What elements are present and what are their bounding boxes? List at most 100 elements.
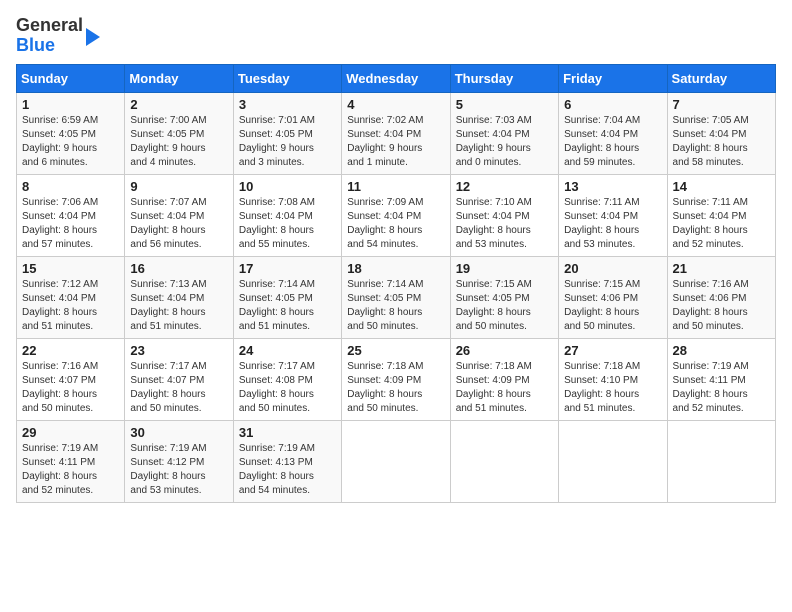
logo-general: General bbox=[16, 15, 83, 35]
calendar-cell bbox=[342, 420, 450, 502]
calendar-cell: 2 Sunrise: 7:00 AM Sunset: 4:05 PM Daylig… bbox=[125, 92, 233, 174]
calendar-cell: 27 Sunrise: 7:18 AM Sunset: 4:10 PM Dayli… bbox=[559, 338, 667, 420]
logo-blue: Blue bbox=[16, 35, 55, 55]
day-header-saturday: Saturday bbox=[667, 64, 775, 92]
day-number: 11 bbox=[347, 179, 444, 194]
day-number: 20 bbox=[564, 261, 661, 276]
calendar-cell bbox=[559, 420, 667, 502]
day-info: Sunrise: 7:04 AM Sunset: 4:04 PM Dayligh… bbox=[564, 114, 661, 170]
day-number: 31 bbox=[239, 425, 336, 440]
day-header-monday: Monday bbox=[125, 64, 233, 92]
day-info: Sunrise: 7:11 AM Sunset: 4:04 PM Dayligh… bbox=[673, 196, 770, 252]
calendar-cell: 24 Sunrise: 7:17 AM Sunset: 4:08 PM Dayli… bbox=[233, 338, 341, 420]
calendar-cell: 23Sunrise: 7:17 AM Sunset: 4:07 PM Dayli… bbox=[125, 338, 233, 420]
day-number: 25 bbox=[347, 343, 444, 358]
logo-arrow-icon bbox=[86, 28, 100, 46]
day-number: 21 bbox=[673, 261, 770, 276]
day-number: 28 bbox=[673, 343, 770, 358]
calendar-cell: 7 Sunrise: 7:05 AM Sunset: 4:04 PM Daylig… bbox=[667, 92, 775, 174]
calendar-cell: 21Sunrise: 7:16 AM Sunset: 4:06 PM Dayli… bbox=[667, 256, 775, 338]
day-number: 4 bbox=[347, 97, 444, 112]
calendar-cell: 9Sunrise: 7:07 AM Sunset: 4:04 PM Daylig… bbox=[125, 174, 233, 256]
day-info: Sunrise: 7:16 AM Sunset: 4:07 PM Dayligh… bbox=[22, 360, 119, 416]
day-info: Sunrise: 7:02 AM Sunset: 4:04 PM Dayligh… bbox=[347, 114, 444, 170]
day-info: Sunrise: 7:11 AM Sunset: 4:04 PM Dayligh… bbox=[564, 196, 661, 252]
logo: General Blue bbox=[16, 16, 100, 56]
day-header-tuesday: Tuesday bbox=[233, 64, 341, 92]
calendar-cell: 19Sunrise: 7:15 AM Sunset: 4:05 PM Dayli… bbox=[450, 256, 558, 338]
calendar-cell: 30 Sunrise: 7:19 AM Sunset: 4:12 PM Dayli… bbox=[125, 420, 233, 502]
calendar-week-row: 1 Sunrise: 6:59 AM Sunset: 4:05 PM Daylig… bbox=[17, 92, 776, 174]
day-number: 27 bbox=[564, 343, 661, 358]
day-info: Sunrise: 7:10 AM Sunset: 4:04 PM Dayligh… bbox=[456, 196, 553, 252]
calendar-cell: 12Sunrise: 7:10 AM Sunset: 4:04 PM Dayli… bbox=[450, 174, 558, 256]
day-number: 1 bbox=[22, 97, 119, 112]
day-info: Sunrise: 7:05 AM Sunset: 4:04 PM Dayligh… bbox=[673, 114, 770, 170]
day-info: Sunrise: 7:01 AM Sunset: 4:05 PM Dayligh… bbox=[239, 114, 336, 170]
day-number: 10 bbox=[239, 179, 336, 194]
calendar-cell bbox=[450, 420, 558, 502]
calendar-cell: 5 Sunrise: 7:03 AM Sunset: 4:04 PM Daylig… bbox=[450, 92, 558, 174]
calendar-body: 1 Sunrise: 6:59 AM Sunset: 4:05 PM Daylig… bbox=[17, 92, 776, 502]
calendar-week-row: 8Sunrise: 7:06 AM Sunset: 4:04 PM Daylig… bbox=[17, 174, 776, 256]
calendar-cell: 11 Sunrise: 7:09 AM Sunset: 4:04 PM Dayli… bbox=[342, 174, 450, 256]
day-header-sunday: Sunday bbox=[17, 64, 125, 92]
day-info: Sunrise: 7:08 AM Sunset: 4:04 PM Dayligh… bbox=[239, 196, 336, 252]
day-number: 8 bbox=[22, 179, 119, 194]
day-number: 15 bbox=[22, 261, 119, 276]
day-info: Sunrise: 7:19 AM Sunset: 4:11 PM Dayligh… bbox=[22, 442, 119, 498]
calendar-cell: 14Sunrise: 7:11 AM Sunset: 4:04 PM Dayli… bbox=[667, 174, 775, 256]
day-number: 26 bbox=[456, 343, 553, 358]
day-number: 7 bbox=[673, 97, 770, 112]
calendar-cell: 17 Sunrise: 7:14 AM Sunset: 4:05 PM Dayli… bbox=[233, 256, 341, 338]
calendar-cell: 10 Sunrise: 7:08 AM Sunset: 4:04 PM Dayli… bbox=[233, 174, 341, 256]
calendar-cell: 26Sunrise: 7:18 AM Sunset: 4:09 PM Dayli… bbox=[450, 338, 558, 420]
day-info: Sunrise: 7:15 AM Sunset: 4:06 PM Dayligh… bbox=[564, 278, 661, 334]
day-number: 23 bbox=[130, 343, 227, 358]
day-number: 18 bbox=[347, 261, 444, 276]
day-info: Sunrise: 7:03 AM Sunset: 4:04 PM Dayligh… bbox=[456, 114, 553, 170]
calendar-cell: 29 Sunrise: 7:19 AM Sunset: 4:11 PM Dayli… bbox=[17, 420, 125, 502]
calendar-cell: 16Sunrise: 7:13 AM Sunset: 4:04 PM Dayli… bbox=[125, 256, 233, 338]
day-info: Sunrise: 7:00 AM Sunset: 4:05 PM Dayligh… bbox=[130, 114, 227, 170]
day-info: Sunrise: 7:09 AM Sunset: 4:04 PM Dayligh… bbox=[347, 196, 444, 252]
calendar-week-row: 15 Sunrise: 7:12 AM Sunset: 4:04 PM Dayli… bbox=[17, 256, 776, 338]
day-number: 2 bbox=[130, 97, 227, 112]
day-number: 29 bbox=[22, 425, 119, 440]
calendar-cell: 1 Sunrise: 6:59 AM Sunset: 4:05 PM Daylig… bbox=[17, 92, 125, 174]
calendar-cell: 15 Sunrise: 7:12 AM Sunset: 4:04 PM Dayli… bbox=[17, 256, 125, 338]
calendar-week-row: 29 Sunrise: 7:19 AM Sunset: 4:11 PM Dayli… bbox=[17, 420, 776, 502]
calendar-cell: 3 Sunrise: 7:01 AM Sunset: 4:05 PM Daylig… bbox=[233, 92, 341, 174]
calendar-cell: 8Sunrise: 7:06 AM Sunset: 4:04 PM Daylig… bbox=[17, 174, 125, 256]
calendar-cell bbox=[667, 420, 775, 502]
calendar-cell: 6Sunrise: 7:04 AM Sunset: 4:04 PM Daylig… bbox=[559, 92, 667, 174]
calendar-cell: 13 Sunrise: 7:11 AM Sunset: 4:04 PM Dayli… bbox=[559, 174, 667, 256]
day-number: 13 bbox=[564, 179, 661, 194]
calendar-cell: 20 Sunrise: 7:15 AM Sunset: 4:06 PM Dayli… bbox=[559, 256, 667, 338]
day-info: Sunrise: 7:19 AM Sunset: 4:11 PM Dayligh… bbox=[673, 360, 770, 416]
calendar-header-row: SundayMondayTuesdayWednesdayThursdayFrid… bbox=[17, 64, 776, 92]
day-info: Sunrise: 7:12 AM Sunset: 4:04 PM Dayligh… bbox=[22, 278, 119, 334]
calendar-cell: 4 Sunrise: 7:02 AM Sunset: 4:04 PM Daylig… bbox=[342, 92, 450, 174]
day-info: Sunrise: 7:17 AM Sunset: 4:08 PM Dayligh… bbox=[239, 360, 336, 416]
calendar-week-row: 22Sunrise: 7:16 AM Sunset: 4:07 PM Dayli… bbox=[17, 338, 776, 420]
day-number: 17 bbox=[239, 261, 336, 276]
day-number: 3 bbox=[239, 97, 336, 112]
page-header: General Blue bbox=[16, 16, 776, 56]
day-info: Sunrise: 7:14 AM Sunset: 4:05 PM Dayligh… bbox=[347, 278, 444, 334]
day-number: 30 bbox=[130, 425, 227, 440]
day-header-wednesday: Wednesday bbox=[342, 64, 450, 92]
day-info: Sunrise: 7:14 AM Sunset: 4:05 PM Dayligh… bbox=[239, 278, 336, 334]
day-info: Sunrise: 7:19 AM Sunset: 4:12 PM Dayligh… bbox=[130, 442, 227, 498]
day-number: 24 bbox=[239, 343, 336, 358]
calendar-cell: 28 Sunrise: 7:19 AM Sunset: 4:11 PM Dayli… bbox=[667, 338, 775, 420]
calendar-cell: 18 Sunrise: 7:14 AM Sunset: 4:05 PM Dayli… bbox=[342, 256, 450, 338]
day-number: 16 bbox=[130, 261, 227, 276]
day-info: Sunrise: 7:18 AM Sunset: 4:10 PM Dayligh… bbox=[564, 360, 661, 416]
calendar-cell: 22Sunrise: 7:16 AM Sunset: 4:07 PM Dayli… bbox=[17, 338, 125, 420]
day-header-thursday: Thursday bbox=[450, 64, 558, 92]
day-info: Sunrise: 6:59 AM Sunset: 4:05 PM Dayligh… bbox=[22, 114, 119, 170]
day-info: Sunrise: 7:07 AM Sunset: 4:04 PM Dayligh… bbox=[130, 196, 227, 252]
day-number: 5 bbox=[456, 97, 553, 112]
day-info: Sunrise: 7:15 AM Sunset: 4:05 PM Dayligh… bbox=[456, 278, 553, 334]
